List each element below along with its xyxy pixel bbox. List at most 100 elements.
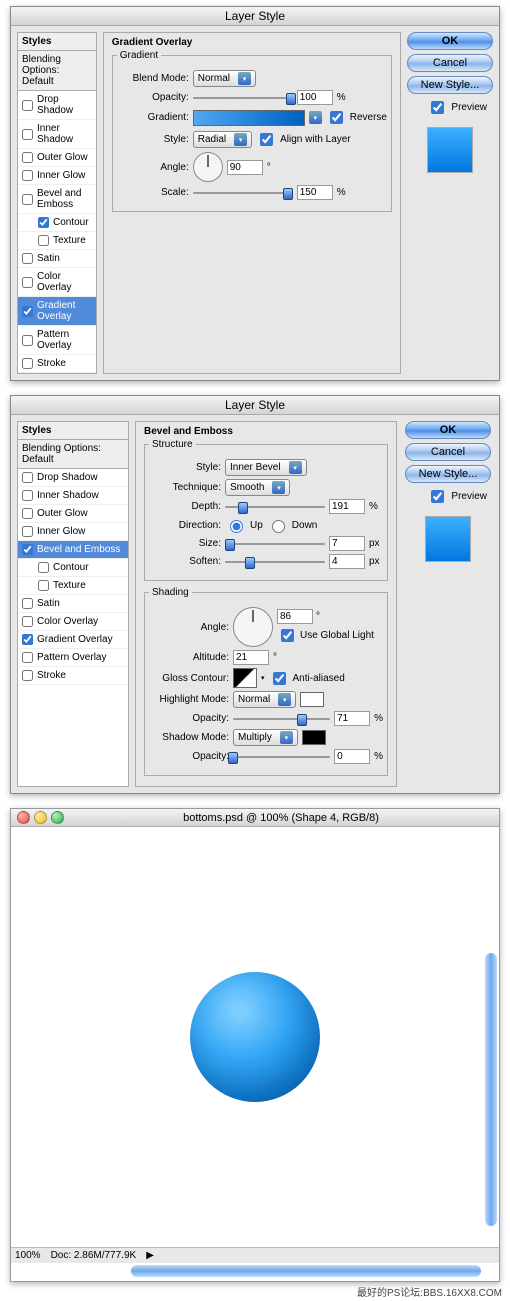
angle-dial[interactable] [193,152,223,182]
altitude-input[interactable] [233,650,269,665]
new-style-button[interactable]: New Style... [407,76,493,94]
style-dropdown[interactable]: Inner Bevel▾ [225,459,307,476]
traffic-lights[interactable] [17,811,64,824]
horizontal-scrollbar[interactable] [131,1265,481,1277]
highlight-opacity-input[interactable] [334,711,370,726]
style-item-inner-shadow[interactable]: Inner Shadow [18,487,128,505]
style-item-texture[interactable]: Texture [18,577,128,595]
shadow-opacity-input[interactable] [334,749,370,764]
style-checkbox[interactable] [38,217,49,228]
style-item-contour[interactable]: Contour [18,214,96,232]
style-item-inner-shadow[interactable]: Inner Shadow [18,120,96,149]
preview-checkbox[interactable] [431,101,444,114]
angle-input[interactable] [227,160,263,175]
anti-aliased-checkbox[interactable] [273,672,286,685]
style-checkbox[interactable] [22,170,33,181]
style-item-satin[interactable]: Satin [18,250,96,268]
opacity-slider[interactable] [193,93,293,103]
shadow-color[interactable] [302,730,326,745]
ok-button[interactable]: OK [407,32,493,50]
highlight-opacity-slider[interactable] [233,714,330,724]
style-checkbox[interactable] [38,235,49,246]
style-item-stroke[interactable]: Stroke [18,355,96,373]
shadow-dropdown[interactable]: Multiply▾ [233,729,298,746]
style-checkbox[interactable] [22,152,33,163]
cancel-button[interactable]: Cancel [405,443,491,461]
minimize-icon[interactable] [34,811,47,824]
style-item-satin[interactable]: Satin [18,595,128,613]
styles-header[interactable]: Styles [18,422,128,440]
close-icon[interactable] [17,811,30,824]
opacity-input[interactable] [297,90,333,105]
style-checkbox[interactable] [22,472,33,483]
zoom-level[interactable]: 100% [15,1250,41,1261]
angle-input[interactable] [277,609,313,624]
shadow-opacity-slider[interactable] [233,752,330,762]
document-titlebar[interactable]: bottoms.psd @ 100% (Shape 4, RGB/8) [11,809,499,827]
style-checkbox[interactable] [38,580,49,591]
style-checkbox[interactable] [22,508,33,519]
cancel-button[interactable]: Cancel [407,54,493,72]
depth-input[interactable] [329,499,365,514]
direction-up-radio[interactable] [230,520,243,533]
style-item-outer-glow[interactable]: Outer Glow [18,505,128,523]
technique-dropdown[interactable]: Smooth▾ [225,479,290,496]
style-item-color-overlay[interactable]: Color Overlay [18,613,128,631]
style-checkbox[interactable] [22,616,33,627]
style-item-pattern-overlay[interactable]: Pattern Overlay [18,649,128,667]
style-checkbox[interactable] [22,544,33,555]
style-item-gradient-overlay[interactable]: Gradient Overlay [18,631,128,649]
style-checkbox[interactable] [22,253,33,264]
style-checkbox[interactable] [22,598,33,609]
blending-options[interactable]: Blending Options: Default [18,440,128,469]
chevron-icon[interactable]: ▾ [309,111,322,124]
new-style-button[interactable]: New Style... [405,465,491,483]
style-item-bevel-and-emboss[interactable]: Bevel and Emboss [18,185,96,214]
style-item-contour[interactable]: Contour [18,559,128,577]
blend-mode-dropdown[interactable]: Normal▾ [193,70,256,87]
gradient-swatch[interactable] [193,110,305,126]
style-checkbox[interactable] [22,358,33,369]
shape-sphere[interactable] [190,972,320,1102]
style-item-inner-glow[interactable]: Inner Glow [18,167,96,185]
style-item-inner-glow[interactable]: Inner Glow [18,523,128,541]
style-item-stroke[interactable]: Stroke [18,667,128,685]
style-item-color-overlay[interactable]: Color Overlay [18,268,96,297]
style-checkbox[interactable] [22,277,33,288]
direction-down-radio[interactable] [272,520,285,533]
align-checkbox[interactable] [260,133,273,146]
style-checkbox[interactable] [22,490,33,501]
angle-dial[interactable] [233,607,273,647]
style-checkbox[interactable] [22,306,33,317]
style-checkbox[interactable] [22,634,33,645]
contour-swatch[interactable] [233,668,257,688]
style-checkbox[interactable] [22,335,33,346]
style-checkbox[interactable] [38,562,49,573]
style-checkbox[interactable] [22,194,33,205]
style-item-pattern-overlay[interactable]: Pattern Overlay [18,326,96,355]
style-checkbox[interactable] [22,526,33,537]
size-slider[interactable] [225,539,325,549]
scale-slider[interactable] [193,188,293,198]
style-item-drop-shadow[interactable]: Drop Shadow [18,91,96,120]
highlight-color[interactable] [300,692,324,707]
style-checkbox[interactable] [22,129,33,140]
style-item-gradient-overlay[interactable]: Gradient Overlay [18,297,96,326]
preview-checkbox[interactable] [431,490,444,503]
canvas[interactable] [11,827,499,1247]
reverse-checkbox[interactable] [330,111,343,124]
style-item-drop-shadow[interactable]: Drop Shadow [18,469,128,487]
highlight-dropdown[interactable]: Normal▾ [233,691,296,708]
style-checkbox[interactable] [22,100,33,111]
style-dropdown[interactable]: Radial▾ [193,131,252,148]
style-item-bevel-and-emboss[interactable]: Bevel and Emboss [18,541,128,559]
style-item-outer-glow[interactable]: Outer Glow [18,149,96,167]
depth-slider[interactable] [225,502,325,512]
scale-input[interactable] [297,185,333,200]
style-checkbox[interactable] [22,670,33,681]
ok-button[interactable]: OK [405,421,491,439]
soften-input[interactable] [329,554,365,569]
soften-slider[interactable] [225,557,325,567]
zoom-icon[interactable] [51,811,64,824]
style-checkbox[interactable] [22,652,33,663]
